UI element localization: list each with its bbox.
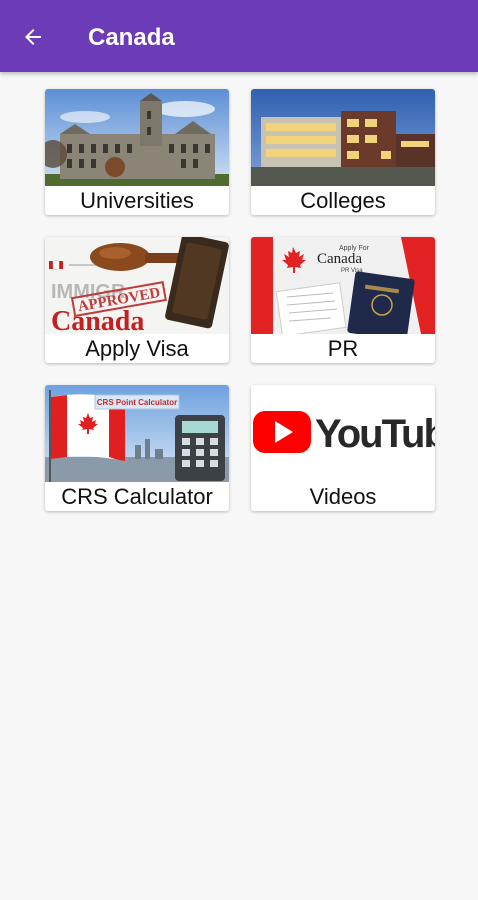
crs-point-calculator-text: CRS Point Calculator — [97, 398, 177, 407]
pr-card[interactable]: Apply For Canada PR Visa PR — [251, 237, 435, 363]
colleges-label: Colleges — [300, 188, 386, 213]
back-button[interactable] — [16, 20, 50, 54]
apply-visa-label: Apply Visa — [85, 336, 189, 361]
youtube-logo: YouTube — [251, 385, 435, 482]
app-bar: Canada — [0, 0, 478, 72]
crs-calculator-card[interactable]: CRS Point Calculator CRS Calculator — [45, 385, 229, 511]
page-title: Canada — [88, 24, 175, 51]
universities-card[interactable]: Universities — [45, 89, 229, 215]
canada-pr-visa-passport-photo: Apply For Canada PR Visa — [251, 237, 435, 334]
pr-label: PR — [327, 336, 359, 361]
approved-canada-stamp-photo: IMMIGR APPROVED Canada — [45, 237, 229, 334]
youtube-wordmark: YouTube — [315, 412, 435, 456]
videos-card[interactable]: YouTube Videos — [251, 385, 435, 511]
arrow-left-icon — [21, 25, 45, 49]
apply-visa-card[interactable]: IMMIGR APPROVED Canada Apply Visa — [45, 237, 229, 363]
videos-label: Videos — [309, 484, 377, 509]
crs-calculator-label: CRS Calculator — [61, 484, 213, 509]
universities-label: Universities — [80, 188, 194, 213]
colleges-card[interactable]: Colleges — [251, 89, 435, 215]
college-building-photo — [251, 89, 435, 186]
university-building-photo — [45, 89, 229, 186]
canada-flag-calculator-photo: CRS Point Calculator — [45, 385, 229, 482]
canada-stamp-text: Canada — [51, 306, 144, 334]
canada-text: Canada — [317, 251, 362, 267]
